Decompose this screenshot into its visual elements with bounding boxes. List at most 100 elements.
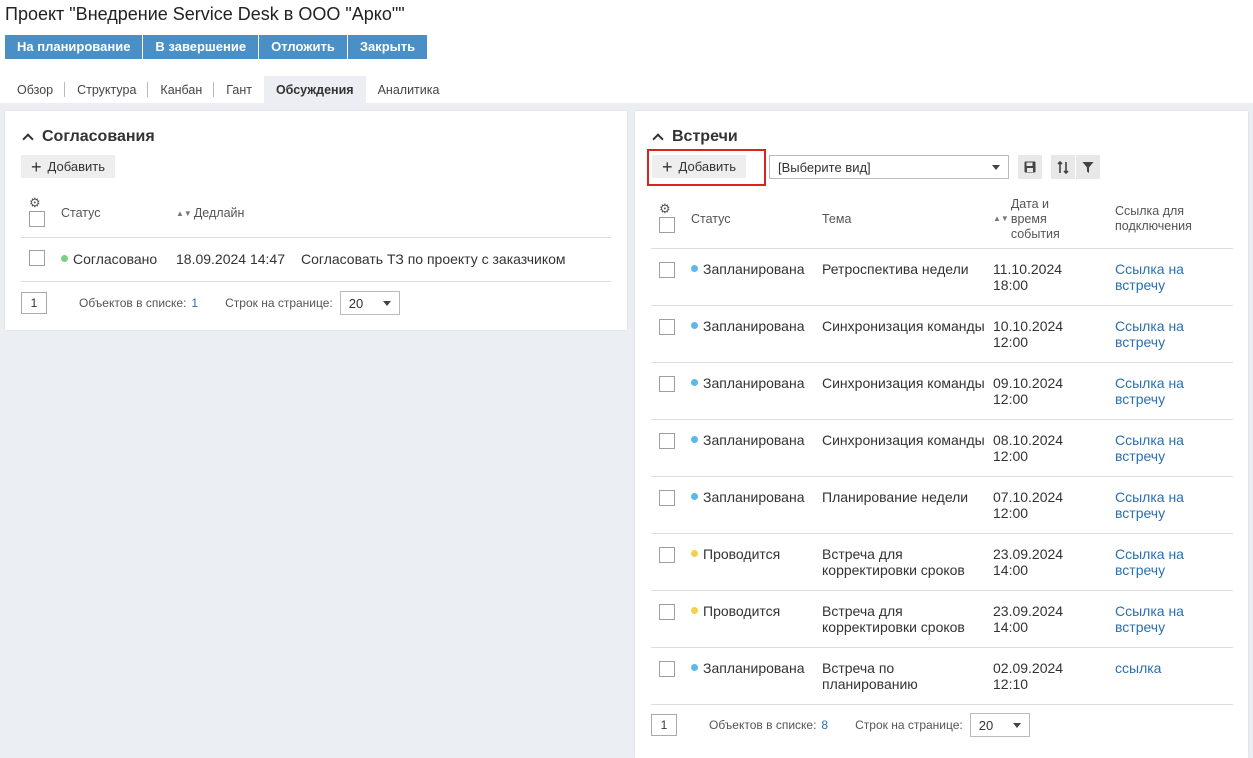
column-status[interactable]: Статус <box>61 189 176 238</box>
topic-text[interactable]: Встреча для корректировки сроков <box>822 590 993 648</box>
meeting-link[interactable]: Ссылка на встречу <box>1115 432 1184 464</box>
table-row[interactable]: Запланирована Планирование недели 07.10.20… <box>651 476 1233 534</box>
chevron-up-icon[interactable] <box>22 133 34 145</box>
table-row[interactable]: Проводится Встреча для корректировки срок… <box>651 533 1233 591</box>
status-text: Запланирована <box>703 317 805 334</box>
to-planning-button[interactable]: На планирование <box>5 35 144 59</box>
close-button[interactable]: Закрыть <box>347 35 428 59</box>
meeting-link[interactable]: ссылка <box>1115 660 1161 676</box>
date-text: 07.10.2024 <box>993 488 1064 505</box>
approvals-add-button[interactable]: + Добавить <box>21 155 115 178</box>
action-bar: На планирование В завершение Отложить За… <box>5 35 428 59</box>
row-checkbox[interactable] <box>659 660 675 677</box>
column-status[interactable]: Статус <box>691 191 822 249</box>
table-row[interactable]: Проводится Встреча для корректировки срок… <box>651 590 1233 648</box>
page-number[interactable]: 1 <box>651 714 677 736</box>
gear-icon[interactable]: ⚙ <box>659 202 671 215</box>
topic-text[interactable]: Встреча по планированию <box>822 647 993 705</box>
tab-discussions[interactable]: Обсуждения <box>263 76 366 103</box>
to-completion-button[interactable]: В завершение <box>143 35 260 59</box>
status-dot-icon <box>691 265 698 273</box>
status-text: Проводится <box>703 602 781 619</box>
time-text: 12:00 <box>993 390 1029 407</box>
topic-text[interactable]: Встреча для корректировки сроков <box>822 533 993 591</box>
row-checkbox[interactable] <box>659 432 675 449</box>
row-checkbox[interactable] <box>659 375 675 392</box>
meetings-header[interactable]: Встречи <box>652 128 738 146</box>
deadline-text: 18.09.2024 14:47 <box>176 237 301 282</box>
date-text: 23.09.2024 <box>993 602 1064 619</box>
date-text: 10.10.2024 <box>993 317 1064 334</box>
meeting-link[interactable]: Ссылка на встречу <box>1115 261 1184 293</box>
add-button-highlight <box>647 149 766 186</box>
meeting-link[interactable]: Ссылка на встречу <box>1115 375 1184 407</box>
approvals-add-label: Добавить <box>47 159 105 174</box>
approvals-header[interactable]: Согласования <box>22 128 155 146</box>
per-page-select[interactable]: 20 <box>339 291 400 315</box>
chevron-up-icon[interactable] <box>652 133 664 145</box>
per-page-label: Строк на странице: <box>225 296 333 310</box>
column-topic[interactable]: Тема <box>822 191 993 249</box>
time-text: 18:00 <box>993 276 1029 293</box>
tab-structure[interactable]: Структура <box>65 76 149 103</box>
meeting-link[interactable]: Ссылка на встречу <box>1115 546 1184 578</box>
page-number[interactable]: 1 <box>21 292 47 314</box>
table-row[interactable]: Согласовано 18.09.2024 14:47 Согласовать… <box>21 237 611 282</box>
status-text: Запланирована <box>703 374 805 391</box>
tab-gantt[interactable]: Гант <box>214 76 264 103</box>
topic-text[interactable]: Планирование недели <box>822 476 993 534</box>
table-row[interactable]: Запланирована Синхронизация команды 08.10.… <box>651 419 1233 477</box>
save-view-button[interactable] <box>1018 155 1042 179</box>
table-row[interactable]: Запланирована Синхронизация команды 09.10.… <box>651 362 1233 420</box>
meetings-pager: 1 Объектов в списке: 8 Строк на странице… <box>651 713 1030 737</box>
date-text: 11.10.2024 <box>993 260 1063 277</box>
date-text: 02.09.2024 <box>993 659 1064 676</box>
meetings-panel: Встречи + Добавить [Выберите вид] ⚙ Стат… <box>635 111 1248 758</box>
time-text: 12:00 <box>993 447 1029 464</box>
filter-icon <box>1082 161 1094 173</box>
status-text: Запланирована <box>703 488 805 505</box>
table-row[interactable]: Запланирована Синхронизация команды 10.10.… <box>651 305 1233 363</box>
meeting-link[interactable]: Ссылка на встречу <box>1115 318 1184 350</box>
approvals-panel: Согласования + Добавить ⚙ Статус ▲▼ Дедла… <box>5 111 627 330</box>
column-datetime[interactable]: ▲▼ Дата и время события <box>993 191 1115 249</box>
topic-text[interactable]: Синхронизация команды <box>822 362 993 420</box>
row-checkbox[interactable] <box>659 546 675 563</box>
filter-button[interactable] <box>1076 155 1100 179</box>
table-row[interactable]: Запланирована Ретроспектива недели 11.10.2… <box>651 248 1233 306</box>
sort-button[interactable] <box>1051 155 1075 179</box>
select-all-checkbox[interactable] <box>659 217 675 234</box>
column-link[interactable]: Ссылка для подключения <box>1115 191 1233 249</box>
per-page-value: 20 <box>348 295 364 311</box>
row-checkbox[interactable] <box>659 489 675 506</box>
approvals-title: Согласования <box>42 128 155 145</box>
per-page-select[interactable]: 20 <box>969 713 1030 737</box>
meeting-link[interactable]: Ссылка на встречу <box>1115 603 1184 635</box>
table-row[interactable]: Запланирована Встреча по планированию 02.0… <box>651 647 1233 705</box>
topic-text[interactable]: Синхронизация команды <box>822 305 993 363</box>
view-select[interactable]: [Выберите вид] <box>769 155 1009 179</box>
tab-analytics[interactable]: Аналитика <box>366 76 452 103</box>
time-text: 14:00 <box>993 618 1029 635</box>
tab-kanban[interactable]: Канбан <box>148 76 215 103</box>
row-checkbox[interactable] <box>29 249 45 266</box>
sort-icon: ▲▼ <box>993 213 1009 223</box>
time-text: 12:10 <box>993 675 1029 692</box>
topic-text[interactable]: Ретроспектива недели <box>822 248 993 306</box>
tab-overview[interactable]: Обзор <box>5 76 66 103</box>
meeting-link[interactable]: Ссылка на встречу <box>1115 489 1184 521</box>
topic-text[interactable]: Синхронизация команды <box>822 419 993 477</box>
time-text: 12:00 <box>993 504 1029 521</box>
select-all-checkbox[interactable] <box>29 210 45 227</box>
column-deadline[interactable]: ▲▼ Дедлайн <box>176 189 301 238</box>
save-icon <box>1024 161 1036 173</box>
date-text: 08.10.2024 <box>993 431 1064 448</box>
status-dot-icon <box>691 550 698 558</box>
row-checkbox[interactable] <box>659 318 675 335</box>
postpone-button[interactable]: Отложить <box>259 35 348 59</box>
status-dot-icon <box>691 322 698 330</box>
row-checkbox[interactable] <box>659 603 675 620</box>
gear-icon[interactable]: ⚙ <box>29 196 41 209</box>
subject-text[interactable]: Согласовать ТЗ по проекту с заказчиком <box>301 237 611 282</box>
row-checkbox[interactable] <box>659 261 675 278</box>
